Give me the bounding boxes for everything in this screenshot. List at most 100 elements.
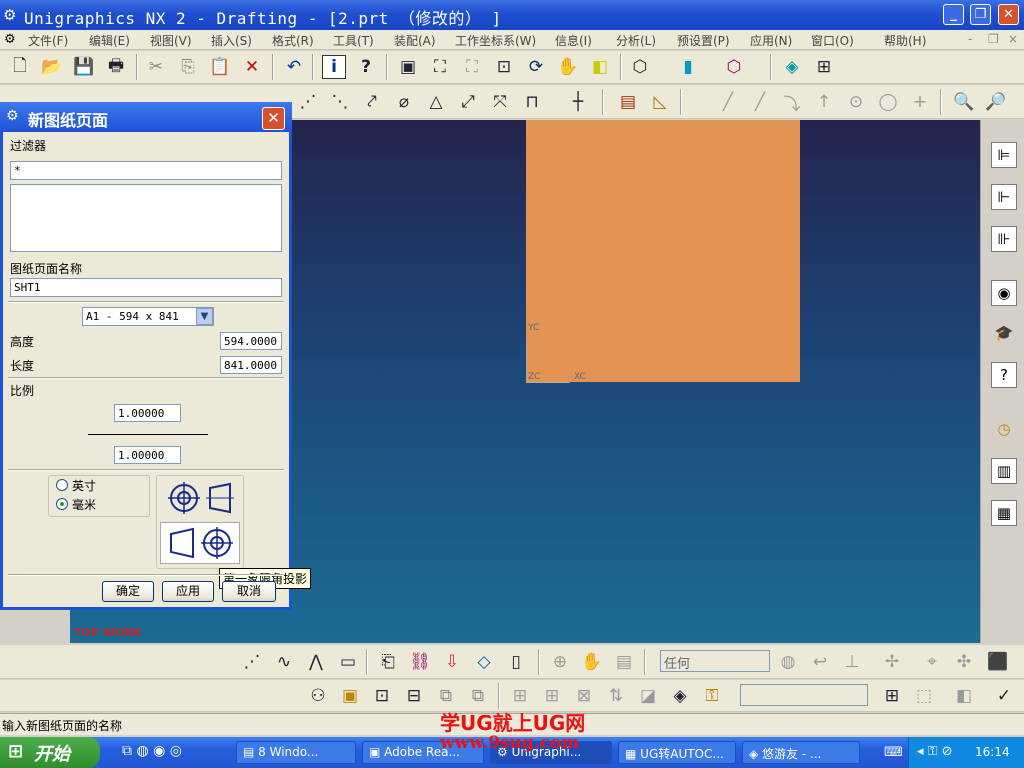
info-icon[interactable]: i	[322, 55, 346, 79]
back-icon[interactable]: ↩	[808, 650, 832, 674]
quicklaunch-icons[interactable]: ⧉ ◍ ◉ ◎	[122, 743, 182, 759]
menu-wcs[interactable]: 工作坐标系(W)	[455, 32, 536, 49]
edit-measure-icon[interactable]: ◪	[636, 684, 660, 708]
height-input[interactable]: 594.0000	[220, 332, 282, 350]
edit-folder-icon[interactable]: ▣	[338, 684, 362, 708]
point-icon[interactable]: ⋰	[296, 90, 320, 114]
snap-origin-icon[interactable]: ✣	[952, 650, 976, 674]
length-input[interactable]: 841.0000	[220, 356, 282, 374]
task-word[interactable]: ▦ UG转AUTOC...	[618, 741, 736, 764]
menu-help[interactable]: 帮助(H)	[884, 32, 926, 49]
help-icon[interactable]: ?	[354, 55, 378, 79]
shade-icon[interactable]: ◧	[588, 55, 612, 79]
edit-copy-icon[interactable]: ⧉	[434, 684, 458, 708]
tray-icons[interactable]: ◂ ⚿ ⊘	[917, 744, 953, 759]
menu-application[interactable]: 应用(N)	[750, 32, 792, 49]
mdi-min-icon[interactable]: -	[968, 32, 972, 46]
edit-paste-icon[interactable]: ⧉	[466, 684, 490, 708]
zoom-region-icon[interactable]: ⊡	[492, 55, 516, 79]
sheet-icon[interactable]: ⊞	[812, 55, 836, 79]
sheet-name-input[interactable]: SHT1	[10, 278, 282, 297]
radius-icon[interactable]: ⤢	[456, 90, 480, 114]
menu-info[interactable]: 信息(I)	[555, 32, 592, 49]
ok-button[interactable]: 确定	[102, 581, 154, 602]
snap-polyline-icon[interactable]: ⋀	[304, 650, 328, 674]
snap-spline-icon[interactable]: ∿	[272, 650, 296, 674]
box-icon[interactable]: ⬡	[722, 55, 746, 79]
cut-icon[interactable]: ✂	[144, 55, 168, 79]
edit-shape-icon[interactable]: ◧	[952, 684, 976, 708]
task-browser[interactable]: ◈ 悠游友 - ...	[742, 741, 860, 764]
sheet-size-select[interactable]: A1 - 594 x 841	[82, 307, 214, 326]
edit-binoculars-icon[interactable]: ⚇	[306, 684, 330, 708]
delete-icon[interactable]: ✕	[240, 55, 264, 79]
new-icon[interactable]: 🗋	[8, 55, 32, 79]
edit-add2-icon[interactable]: ⊞	[540, 684, 564, 708]
zoom-icon[interactable]: ⛶	[460, 55, 484, 79]
edit-list-icon[interactable]: ⊟	[402, 684, 426, 708]
circle-icon[interactable]: ⊙	[844, 90, 868, 114]
reuse-library-icon[interactable]: ▥	[991, 458, 1017, 484]
snap-cross-icon[interactable]: ⊕	[548, 650, 572, 674]
mdi-restore-icon[interactable]: ❐	[988, 32, 999, 46]
history-icon[interactable]: ◷	[991, 416, 1017, 442]
drawing-sheet[interactable]	[526, 120, 800, 382]
training-icon[interactable]: 🎓	[991, 320, 1017, 346]
ruler-icon[interactable]: ▤	[616, 90, 640, 114]
part-navigator-icon[interactable]: ⊩	[991, 184, 1017, 210]
third-angle-projection-button[interactable]	[162, 479, 240, 519]
select-filter-dropdown[interactable]: 任何	[660, 650, 770, 672]
close-button[interactable]: ✕	[998, 4, 1019, 25]
first-angle-projection-button[interactable]	[160, 522, 240, 564]
edit-view-icon[interactable]: ◈	[668, 684, 692, 708]
render-icon[interactable]: ▮	[676, 55, 700, 79]
undo-icon[interactable]: ↶	[282, 55, 306, 79]
wireframe-icon[interactable]: ⬡	[628, 55, 652, 79]
line-icon[interactable]: ⋱	[328, 90, 352, 114]
help-panel-icon[interactable]: ?	[991, 362, 1017, 388]
edit-move-icon[interactable]: ⇅	[604, 684, 628, 708]
pan-icon[interactable]: ✋	[556, 55, 580, 79]
centerline-icon[interactable]: ┼	[566, 90, 590, 114]
snap-rect-icon[interactable]: ▭	[336, 650, 360, 674]
menu-edit[interactable]: 编辑(E)	[89, 32, 130, 49]
cancel-button[interactable]: 取消	[222, 581, 276, 602]
model-icon[interactable]: ◈	[780, 55, 804, 79]
filter-input[interactable]: *	[10, 161, 282, 180]
arc-icon[interactable]: ⤧	[488, 90, 512, 114]
snap-hand-icon[interactable]: ✋	[580, 650, 604, 674]
edit-layer-icon[interactable]: ⬚	[912, 684, 936, 708]
open-icon[interactable]: 📂	[40, 55, 64, 79]
web-browser-icon[interactable]: ◉	[991, 280, 1017, 306]
minimize-button[interactable]: _	[943, 4, 964, 25]
mm-radio[interactable]	[56, 498, 68, 510]
measure-icon[interactable]: 🔍	[952, 90, 976, 114]
copy-icon[interactable]: ⎘	[176, 55, 200, 79]
edit-grid-icon[interactable]: ⊞	[880, 684, 904, 708]
save-icon[interactable]: 💾	[72, 55, 96, 79]
history-navigator-icon[interactable]: ⊪	[991, 226, 1017, 252]
spreadsheet-icon[interactable]: ▦	[991, 500, 1017, 526]
curve-line-icon[interactable]: ╱	[716, 90, 740, 114]
inch-radio[interactable]	[56, 479, 68, 491]
inspect-icon[interactable]: 🔎	[984, 90, 1008, 114]
globe-icon[interactable]: ◍	[776, 650, 800, 674]
edit-key-icon[interactable]: ⚿	[700, 684, 724, 708]
print-icon[interactable]: 🖶	[104, 55, 128, 79]
edit-dropdown[interactable]	[740, 684, 868, 706]
scale-denominator-input[interactable]: 1.00000	[114, 446, 181, 464]
snap-level-icon[interactable]: ⇩	[440, 650, 464, 674]
dialog-close-button[interactable]: ✕	[262, 107, 285, 130]
mdi-close-icon[interactable]: ×	[1008, 32, 1018, 46]
edit-check-icon[interactable]: ✓	[992, 684, 1016, 708]
menu-tools[interactable]: 工具(T)	[333, 32, 374, 49]
snap-star-icon[interactable]: ✢	[880, 650, 904, 674]
scale-numerator-input[interactable]: 1.00000	[114, 404, 181, 422]
curve-fillet-icon[interactable]: ⤵	[780, 90, 804, 115]
chamfer-icon[interactable]: ⤤	[360, 90, 384, 114]
snap-link-icon[interactable]: ⛓	[408, 650, 432, 674]
menu-window[interactable]: 窗口(O)	[811, 32, 854, 49]
rotate-icon[interactable]: ⟳	[524, 55, 548, 79]
curve-tangent-icon[interactable]: ↑	[812, 90, 836, 114]
menu-assembly[interactable]: 装配(A)	[394, 32, 436, 49]
